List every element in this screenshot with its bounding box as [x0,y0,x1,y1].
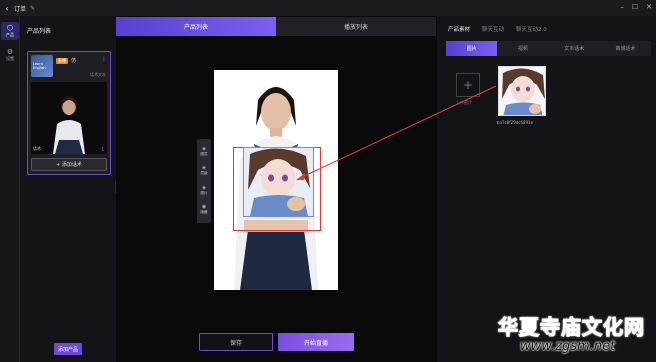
nav-rail: ⬡ 产品 ⚙ 设置 [0,16,20,362]
material-thumbnail-image [499,67,545,115]
preview-area: 产品列表 播放列表 ◈ 图层 ◈ 层级 ◈ 图片 ◉ 隐藏 保存 开始直播 [116,16,437,362]
live-badge: 直播 [56,58,68,64]
rail-item-label: 产品 [6,31,14,37]
tool-image[interactable]: ◈ 图片 [200,185,208,196]
upload-label: 上传图片 [456,100,472,105]
tab-play-list[interactable]: 播放列表 [276,17,436,36]
thumbnail-text: Learn English [33,62,46,70]
more-menu-icon[interactable]: ⋮ [101,56,107,63]
speech-preview[interactable]: 话术 1 [31,82,107,154]
title-bar: ‹ 订单 ✎ – ☐ ✕ [0,0,656,16]
subtab-mall-script[interactable]: 商城话术 [600,41,651,56]
layer-toolbar: ◈ 图层 ◈ 层级 ◈ 图片 ◉ 隐藏 [197,139,211,223]
window-controls: – ☐ ✕ [620,3,652,11]
close-icon[interactable]: ✕ [646,3,652,11]
upload-image-button[interactable]: + [456,73,480,97]
subtab-image[interactable]: 图片 [446,41,498,56]
pencil-icon[interactable]: ✎ [30,5,35,12]
presenter-preview-image [31,82,107,154]
start-live-button[interactable]: 开始直播 [278,333,354,351]
tool-label: 隐藏 [200,210,208,215]
rail-item-label: 设置 [6,55,14,61]
plus-icon: + [462,78,474,92]
add-product-button[interactable]: 添加产品 [54,343,82,355]
product-thumbnail: Learn English [31,55,53,77]
tool-label: 图层 [200,151,208,156]
material-subtabs: 图片 视频 文本话术 商城话术 [446,41,651,56]
speech-label: 话术 [33,146,41,151]
cube-icon: ⬡ [6,23,14,32]
panel-title: 产品列表 [27,28,52,35]
product-card[interactable]: Learn English 直播 仿 ⋮ 话术文本 话术 1 + 添加话术 [27,51,111,175]
add-speech-button[interactable]: + 添加话术 [31,158,107,171]
material-tabs: 产品素材 聊天互动 聊天互动2.0 [448,25,547,33]
subtab-video[interactable]: 视频 [497,41,548,56]
chevron-left-icon[interactable]: ‹ [0,4,14,13]
tool-layers[interactable]: ◈ 图层 [200,146,208,157]
sticker-transform-box[interactable] [243,147,314,217]
save-button[interactable]: 保存 [199,333,273,351]
product-name: 仿 [71,58,77,64]
watermark-title: 华夏寺庙文化网 [498,315,645,340]
tab-product-list[interactable]: 产品列表 [116,17,276,36]
window-title: 订单 [14,5,27,13]
watermark-url: www.zgsm.net [520,339,616,354]
watermark: 华夏寺庙文化网 www.zgsm.net [496,311,654,359]
product-subtitle[interactable]: 话术文本 [90,72,106,78]
product-list-panel: 产品列表 Learn English 直播 仿 ⋮ 话术文本 话术 1 + 添加… [22,16,114,362]
material-filename: ba7c8f29dc6891e [497,120,534,125]
rail-item-settings[interactable]: ⚙ 设置 [1,46,19,64]
tool-order[interactable]: ◈ 层级 [201,166,208,176]
tool-hide[interactable]: ◉ 隐藏 [201,205,208,215]
rail-item-product[interactable]: ⬡ 产品 [1,22,19,40]
tab-chat-interact[interactable]: 聊天互动 [482,25,504,33]
tab-product-material[interactable]: 产品素材 [448,25,470,33]
tool-label: 层级 [200,171,208,176]
tool-label: 图片 [200,190,208,195]
subtab-text-script[interactable]: 文本话术 [549,41,600,56]
minimize-icon[interactable]: – [620,3,624,11]
tab-chat-interact-2[interactable]: 聊天互动2.0 [516,25,547,33]
gear-icon: ⚙ [6,47,14,56]
speech-count: 1 [101,147,104,152]
center-tabs: 产品列表 播放列表 [116,17,437,36]
maximize-icon[interactable]: ☐ [632,3,638,11]
material-thumbnail[interactable] [498,66,546,116]
